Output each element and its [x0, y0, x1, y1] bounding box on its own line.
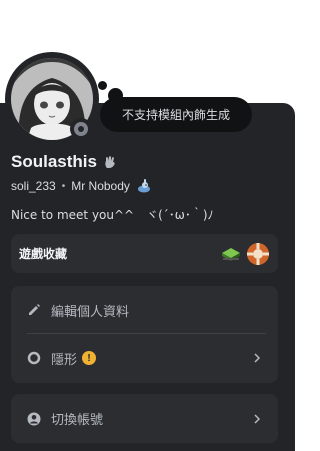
edit-profile-label: 編輯個人資料	[51, 304, 130, 320]
status-bubble[interactable]: 不支持模組內飾生成	[100, 97, 252, 132]
display-name-row: Soulasthis	[11, 152, 117, 172]
profile-actions-panel: 編輯個人資料 隱形 !	[11, 286, 278, 383]
username: soli_233	[11, 179, 56, 193]
display-name: Soulasthis	[11, 152, 97, 171]
invisible-status-button[interactable]: 隱形 !	[11, 334, 278, 382]
avatar-frame[interactable]	[5, 52, 99, 146]
username-row: soli_233 • Mr Nobody	[11, 178, 152, 194]
hand-badge-icon[interactable]	[103, 155, 117, 169]
chevron-right-icon	[254, 353, 261, 363]
game-icon-green[interactable]	[220, 246, 242, 262]
account-circle-icon	[27, 412, 41, 425]
warning-icon: !	[82, 351, 97, 365]
bio-text: Nice to meet you^^ ヾ(´･ω･｀)ﾉ	[11, 208, 214, 222]
separator-dot: •	[61, 180, 66, 192]
game-collection-panel[interactable]: 遊戲收藏	[11, 234, 278, 273]
nickname: Mr Nobody	[71, 179, 130, 193]
game-icon-orange[interactable]	[246, 242, 270, 266]
edit-profile-button[interactable]: 編輯個人資料	[11, 286, 278, 334]
pencil-icon	[29, 304, 40, 315]
thought-bubble-dot-small	[98, 81, 107, 90]
invisible-ring-icon	[27, 351, 41, 365]
invisible-label: 隱形	[51, 352, 78, 368]
game-collection-label: 遊戲收藏	[19, 247, 68, 261]
invisible-status-icon	[74, 122, 88, 136]
switch-account-label: 切換帳號	[51, 413, 104, 428]
game-icons	[220, 242, 270, 266]
chevron-right-icon	[254, 413, 261, 424]
bunny-badge-icon[interactable]	[136, 178, 152, 194]
switch-account-button[interactable]: 切換帳號	[11, 394, 278, 443]
status-indicator	[70, 118, 92, 140]
